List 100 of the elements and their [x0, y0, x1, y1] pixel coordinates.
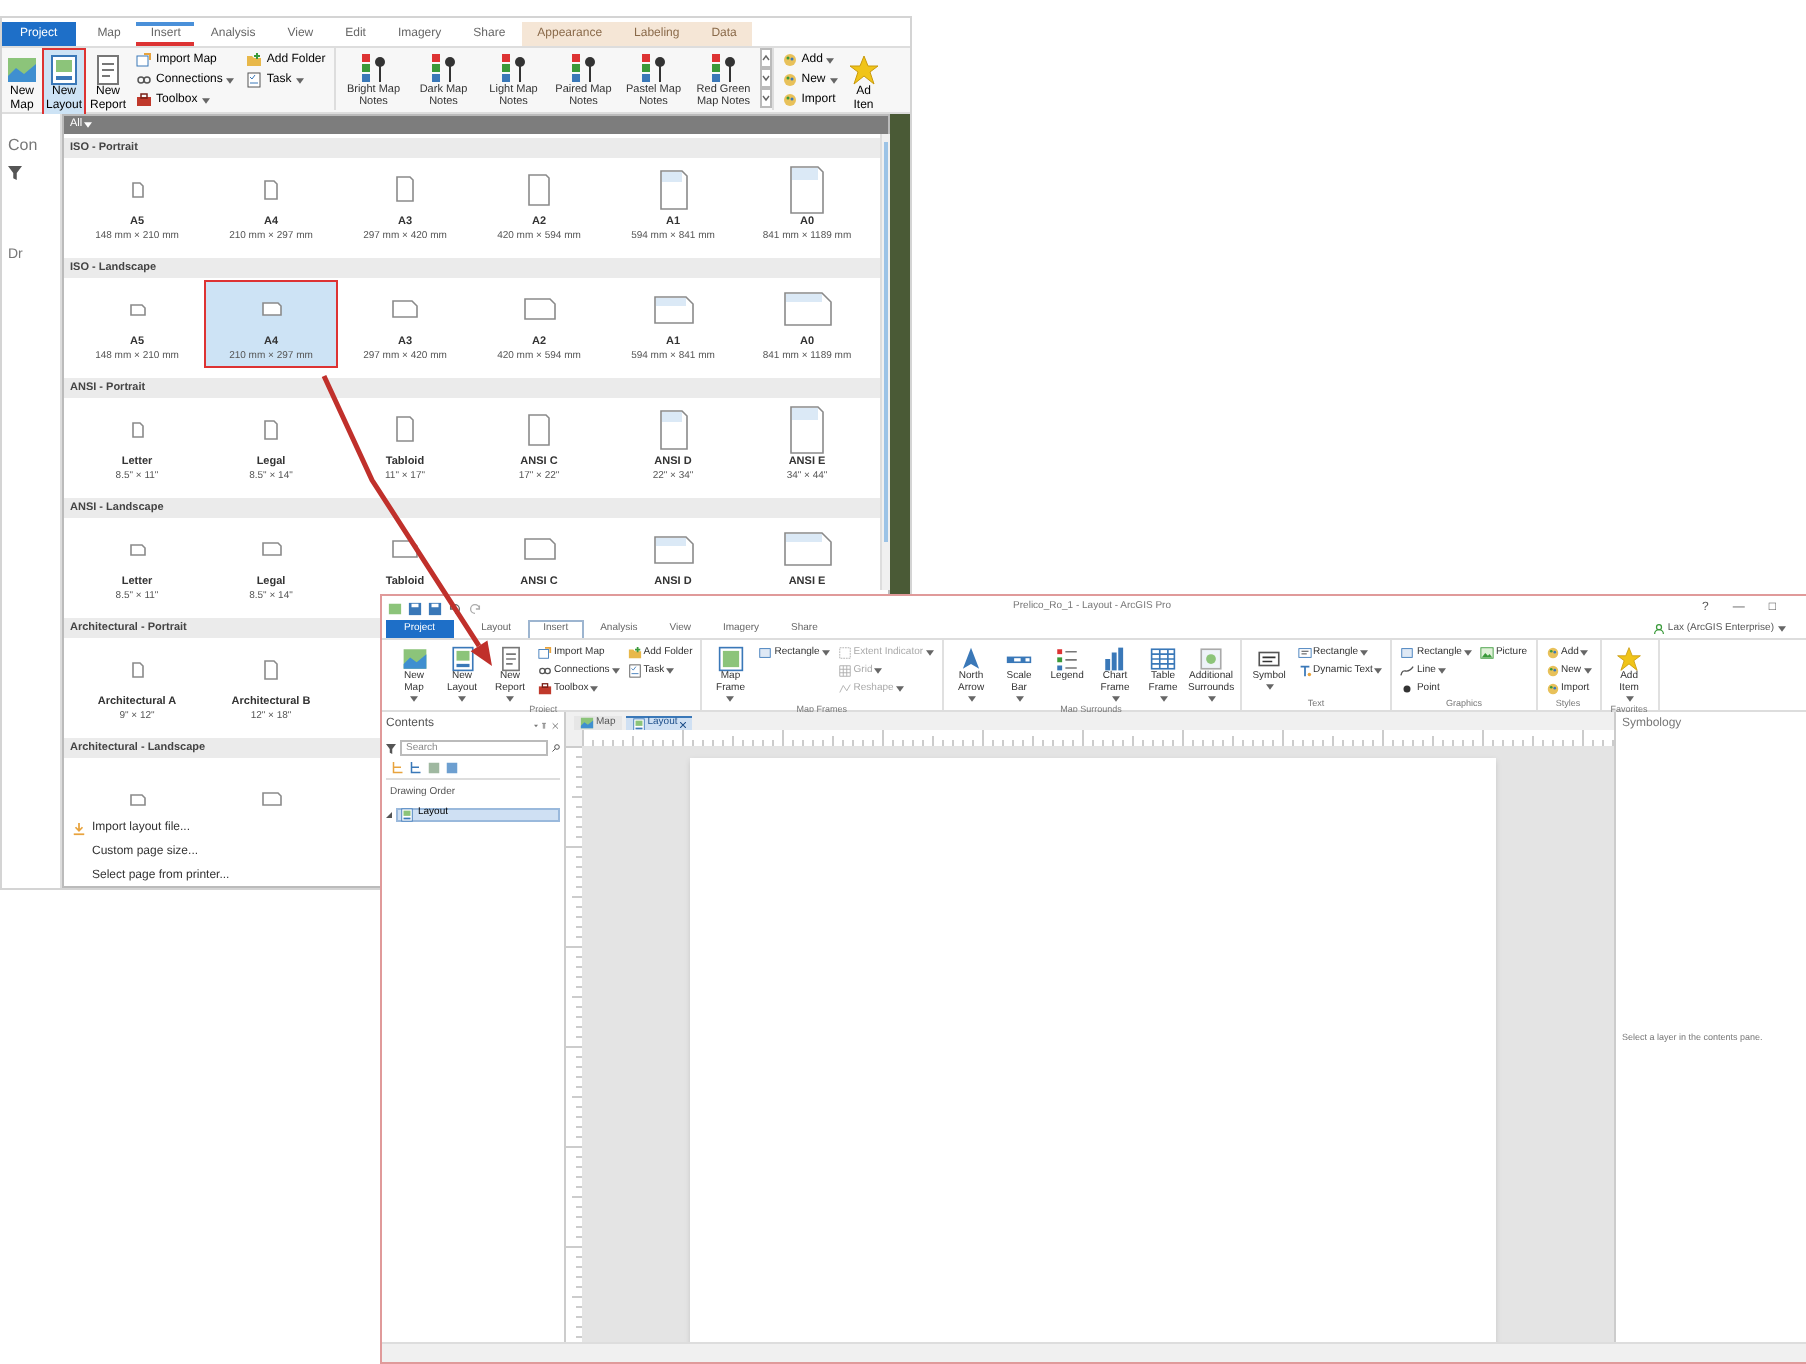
caret-icon [410, 695, 418, 701]
user-icon [1653, 624, 1664, 634]
page-icon [131, 661, 143, 677]
north-arrow-icon [958, 646, 985, 672]
map-notes-icon [567, 52, 600, 84]
page-icon [396, 416, 414, 442]
page-icon [264, 659, 278, 679]
caret-icon [666, 667, 675, 673]
map-notes-icon [637, 52, 670, 84]
page-icon [131, 181, 143, 197]
map-notes-icon [497, 52, 530, 84]
page-icon [528, 173, 550, 205]
caret-icon [925, 649, 934, 655]
page-icon [131, 421, 143, 437]
map-frame-icon [717, 646, 744, 672]
filter-icon[interactable] [8, 166, 22, 180]
import-map-icon [136, 52, 153, 68]
page-icon [653, 535, 693, 563]
import-map-icon [538, 645, 552, 659]
page-icon [790, 405, 824, 453]
page-icon [653, 295, 693, 323]
map-notes-icon [707, 52, 740, 84]
point-icon [1400, 681, 1415, 695]
grid-icon [837, 663, 852, 677]
pane-title: Con [8, 138, 40, 154]
caret-icon [1583, 667, 1592, 673]
close-icon[interactable] [679, 721, 686, 727]
page-icon [129, 794, 145, 806]
text-box-icon [1297, 645, 1312, 659]
caret-icon [874, 667, 883, 673]
search-icon[interactable] [552, 744, 560, 752]
caret-icon [967, 695, 976, 701]
caret-icon [226, 77, 235, 83]
page-icon [790, 165, 824, 213]
style-icon [781, 72, 798, 88]
caret-icon [295, 77, 304, 83]
rectangle-icon [1400, 645, 1415, 659]
reshape-icon [837, 681, 852, 695]
filter-icon[interactable] [386, 743, 396, 753]
caret-icon [84, 122, 93, 128]
hierarchy-icon[interactable] [410, 762, 422, 774]
caret-icon [1015, 695, 1024, 701]
caret-icon [1265, 683, 1274, 690]
style-icon [781, 92, 798, 108]
map-icon [6, 54, 38, 86]
report-icon [497, 646, 523, 672]
caret-icon [1437, 667, 1446, 673]
page-icon [523, 538, 555, 560]
caret-icon [1778, 626, 1786, 632]
link-icon [538, 663, 552, 677]
line-icon [1400, 663, 1415, 677]
caret-icon [726, 695, 735, 701]
map-icon [401, 646, 427, 672]
toolbox-icon [538, 681, 552, 695]
caret-icon [1463, 649, 1472, 655]
layout-icon [48, 54, 80, 86]
caret-icon [1580, 649, 1589, 655]
page-icon [528, 413, 550, 445]
map-notes-icon [357, 52, 390, 84]
folder-add-icon [627, 645, 642, 659]
page-icon [396, 176, 414, 202]
dynamic-text-icon [1297, 663, 1312, 677]
gallery-scroll-buttons[interactable] [759, 48, 772, 108]
caret-icon [1159, 695, 1168, 701]
layout-icon [400, 807, 414, 821]
folder-add-icon [246, 52, 263, 68]
page-icon [523, 298, 555, 320]
caret-icon [1207, 695, 1216, 701]
page-icon [783, 532, 831, 566]
caret-icon [1360, 649, 1369, 655]
scrollbar-thumb[interactable] [884, 142, 888, 542]
caret-icon [821, 649, 830, 655]
page-icon [129, 303, 145, 315]
save-icon[interactable] [428, 601, 442, 615]
caret-icon [611, 667, 620, 673]
pane-controls-icon[interactable] [532, 721, 560, 729]
toolbox-icon [136, 92, 153, 108]
page-icon [783, 292, 831, 326]
picture-icon [1479, 645, 1494, 659]
page-icon [129, 543, 145, 555]
caret-icon [895, 685, 904, 691]
caret-icon [458, 695, 466, 701]
page-icon [261, 302, 281, 316]
extent-indicator-icon [837, 645, 852, 659]
rectangle-icon [758, 645, 773, 659]
style-icon [781, 52, 798, 68]
report-icon [92, 54, 125, 86]
expand-toggle[interactable] [386, 810, 394, 818]
save-icon[interactable] [408, 601, 422, 615]
page-icon [261, 792, 281, 806]
caret-icon [590, 685, 599, 691]
page-icon [264, 419, 278, 439]
map-icon [580, 716, 594, 730]
text-symbol-icon [1256, 646, 1283, 672]
undo-icon[interactable] [448, 601, 462, 615]
layout-icon [449, 646, 475, 672]
table-icon [1150, 646, 1177, 672]
caret-icon [829, 77, 838, 83]
star-icon [847, 54, 880, 86]
surrounds-icon [1198, 646, 1225, 672]
